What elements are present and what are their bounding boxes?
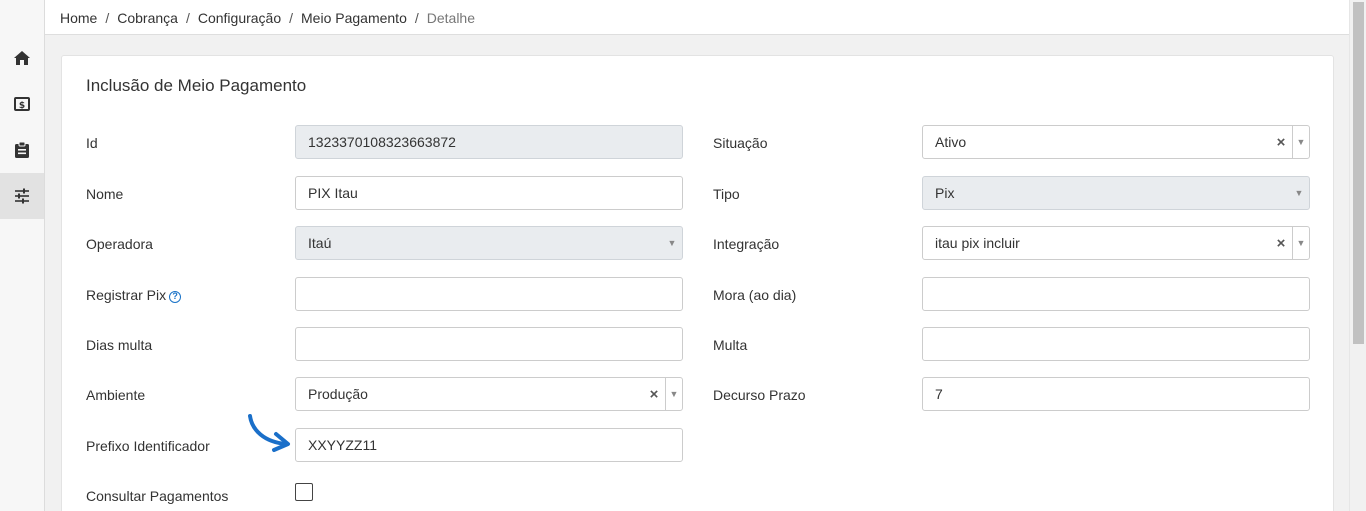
- decurso-prazo-value: 7: [935, 386, 943, 402]
- sliders-icon: [15, 188, 29, 204]
- breadcrumb-home[interactable]: Home: [60, 10, 97, 26]
- topbar: Home / Cobrança / Configuração / Meio Pagament…: [45, 0, 1349, 35]
- label-consultar-pagamentos: Consultar Pagamentos: [86, 488, 229, 504]
- money-icon: $: [14, 97, 30, 111]
- clear-icon[interactable]: ×: [1270, 235, 1292, 252]
- chevron-down-icon: ▼: [667, 238, 677, 248]
- home-icon: [14, 51, 30, 65]
- multa-input[interactable]: [922, 327, 1310, 361]
- sidebar-item-home[interactable]: [0, 35, 44, 81]
- page-scrollbar[interactable]: [1349, 0, 1366, 511]
- operadora-select: Itaú ▼: [295, 226, 683, 260]
- id-value: 1323370108323663872: [308, 134, 456, 150]
- chevron-down-icon[interactable]: ▼: [666, 389, 682, 399]
- sidebar: $: [0, 0, 45, 511]
- svg-text:$: $: [19, 101, 25, 111]
- ambiente-value: Produção: [308, 386, 368, 402]
- label-prefixo: Prefixo Identificador: [86, 438, 210, 454]
- label-registrar-pix: Registrar Pix?: [86, 287, 182, 303]
- label-dias-multa: Dias multa: [86, 337, 153, 353]
- sidebar-item-relatorios[interactable]: [0, 127, 44, 173]
- sidebar-item-cobranca[interactable]: $: [0, 81, 44, 127]
- operadora-value: Itaú: [308, 235, 332, 251]
- label-decurso-prazo: Decurso Prazo: [713, 387, 806, 403]
- breadcrumb: Home / Cobrança / Configuração / Meio Pagament…: [60, 10, 475, 26]
- situacao-select[interactable]: Ativo × ▼: [922, 125, 1310, 159]
- clear-icon[interactable]: ×: [643, 386, 665, 403]
- clipboard-icon: [15, 142, 29, 158]
- label-multa: Multa: [713, 337, 748, 353]
- breadcrumb-separator: /: [105, 10, 110, 26]
- ambiente-select[interactable]: Produção × ▼: [295, 377, 683, 411]
- annotation-arrow-icon: [248, 414, 290, 452]
- label-situacao: Situação: [713, 135, 768, 151]
- breadcrumb-current: Detalhe: [426, 10, 476, 26]
- label-integracao: Integração: [713, 236, 780, 252]
- consultar-pagamentos-checkbox[interactable]: [295, 483, 313, 501]
- registrar-pix-label: Registrar Pix: [86, 287, 167, 303]
- registrar-pix-input[interactable]: [295, 277, 683, 311]
- label-nome: Nome: [86, 186, 124, 202]
- chevron-down-icon[interactable]: ▼: [1293, 137, 1309, 147]
- page-title: Inclusão de Meio Pagamento: [86, 76, 307, 95]
- nome-value: PIX Itau: [308, 185, 358, 201]
- prefixo-input[interactable]: XXYYZZ11: [295, 428, 683, 462]
- chevron-down-icon[interactable]: ▼: [1293, 238, 1309, 248]
- label-id: Id: [86, 135, 98, 151]
- clear-icon[interactable]: ×: [1270, 134, 1292, 151]
- label-tipo: Tipo: [713, 186, 740, 202]
- label-operadora: Operadora: [86, 236, 153, 252]
- mora-input[interactable]: [922, 277, 1310, 311]
- integracao-value: itau pix incluir: [935, 235, 1020, 251]
- breadcrumb-meio-pagamento[interactable]: Meio Pagamento: [301, 10, 407, 26]
- breadcrumb-separator: /: [185, 10, 190, 26]
- label-mora: Mora (ao dia): [713, 287, 797, 303]
- nome-input[interactable]: PIX Itau: [295, 176, 683, 210]
- tipo-select: Pix ▼: [922, 176, 1310, 210]
- integracao-select[interactable]: itau pix incluir × ▼: [922, 226, 1310, 260]
- chevron-down-icon: ▼: [1294, 188, 1304, 198]
- prefixo-value: XXYYZZ11: [308, 437, 377, 453]
- label-ambiente: Ambiente: [86, 387, 146, 403]
- scrollbar-thumb[interactable]: [1353, 2, 1364, 344]
- breadcrumb-cobranca[interactable]: Cobrança: [117, 10, 178, 26]
- dias-multa-input[interactable]: [295, 327, 683, 361]
- decurso-prazo-input[interactable]: 7: [922, 377, 1310, 411]
- help-icon[interactable]: ?: [169, 291, 182, 303]
- breadcrumb-separator: /: [289, 10, 294, 26]
- breadcrumb-separator: /: [414, 10, 419, 26]
- tipo-value: Pix: [935, 185, 955, 201]
- breadcrumb-configuracao[interactable]: Configuração: [198, 10, 281, 26]
- sidebar-item-configuracao[interactable]: [0, 173, 44, 219]
- situacao-value: Ativo: [935, 134, 967, 150]
- id-field: 1323370108323663872: [295, 125, 683, 159]
